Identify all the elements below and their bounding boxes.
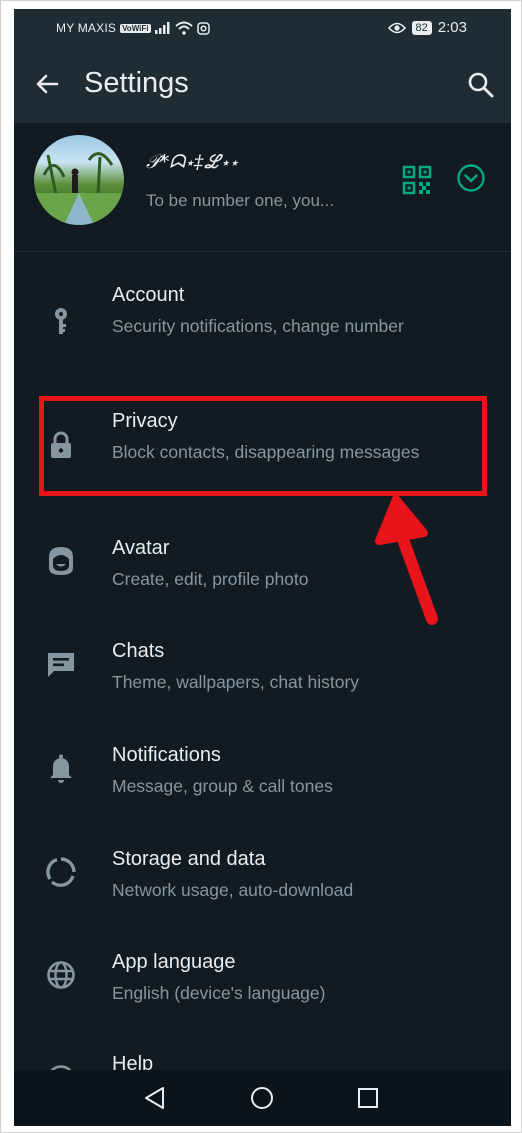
- screenshot-frame: MY MAXIS VoWiFi 82 2:03 Settings 𝒫*ᗣ⋆‡ℒ⋆…: [0, 0, 522, 1133]
- settings-item-label: App language: [112, 951, 236, 973]
- settings-item-label: Avatar: [112, 537, 170, 559]
- settings-item-subtitle: Message, group & call tones: [112, 776, 333, 796]
- eye-icon: [387, 22, 406, 33]
- settings-item-label: Storage and data: [112, 848, 266, 870]
- settings-item-subtitle: Security notifications, change number: [112, 316, 404, 336]
- settings-item-subtitle: English (device's language): [112, 983, 326, 1003]
- instagram-icon: [196, 21, 210, 35]
- settings-item-subtitle: Create, edit, profile photo: [112, 569, 309, 589]
- settings-item-chats[interactable]: Chats Theme, wallpapers, chat history: [14, 635, 511, 705]
- chevron-down-circle-icon[interactable]: [456, 163, 486, 193]
- app-bar: Settings: [14, 47, 511, 123]
- settings-item-account[interactable]: Account Security notifications, change n…: [14, 279, 511, 379]
- recents-square-icon[interactable]: [354, 1084, 382, 1112]
- back-triangle-icon[interactable]: [141, 1084, 169, 1112]
- highlight-box: [39, 396, 487, 496]
- settings-item-subtitle: Theme, wallpapers, chat history: [112, 672, 360, 692]
- carrier-name: MY MAXIS: [56, 21, 117, 35]
- system-nav-bar: [14, 1070, 511, 1126]
- clock: 2:03: [437, 19, 467, 36]
- signal-icon: [154, 22, 170, 34]
- settings-item-label: Account: [112, 284, 185, 306]
- search-icon[interactable]: [467, 71, 495, 99]
- status-bar: MY MAXIS VoWiFi 82 2:03: [14, 9, 511, 47]
- phone-screen: MY MAXIS VoWiFi 82 2:03 Settings 𝒫*ᗣ⋆‡ℒ⋆…: [14, 9, 511, 1126]
- settings-item-notifications[interactable]: Notifications Message, group & call tone…: [14, 739, 511, 809]
- wifi-calling-badge: VoWiFi: [120, 23, 151, 33]
- wifi-icon: [174, 21, 193, 35]
- chat-icon: [48, 653, 74, 677]
- qr-code-icon[interactable]: [402, 165, 432, 195]
- bell-icon: [50, 754, 72, 783]
- settings-item-label: Chats: [112, 640, 165, 662]
- key-icon: [55, 308, 67, 334]
- avatar-face-icon: [49, 547, 73, 575]
- profile-photo: [34, 152, 124, 225]
- avatar[interactable]: [34, 135, 124, 225]
- globe-icon: [47, 961, 75, 989]
- settings-item-subtitle: Network usage, auto-download: [112, 880, 354, 900]
- battery-level: 82: [411, 20, 432, 35]
- settings-item-label: Notifications: [112, 744, 221, 766]
- settings-item-app-language[interactable]: App language English (device's language): [14, 946, 511, 1016]
- settings-item-avatar[interactable]: Avatar Create, edit, profile photo: [14, 532, 511, 602]
- profile-about: To be number one, you...: [146, 191, 335, 210]
- profile-name: 𝒫*ᗣ⋆‡ℒ⋆⋆: [146, 151, 239, 173]
- home-circle-icon[interactable]: [248, 1084, 276, 1112]
- page-title: Settings: [84, 67, 189, 99]
- profile-row[interactable]: 𝒫*ᗣ⋆‡ℒ⋆⋆ To be number one, you...: [14, 123, 511, 252]
- settings-item-storage[interactable]: Storage and data Network usage, auto-dow…: [14, 843, 511, 913]
- arrow-left-icon[interactable]: [32, 69, 62, 99]
- storage-circle-icon: [46, 857, 76, 887]
